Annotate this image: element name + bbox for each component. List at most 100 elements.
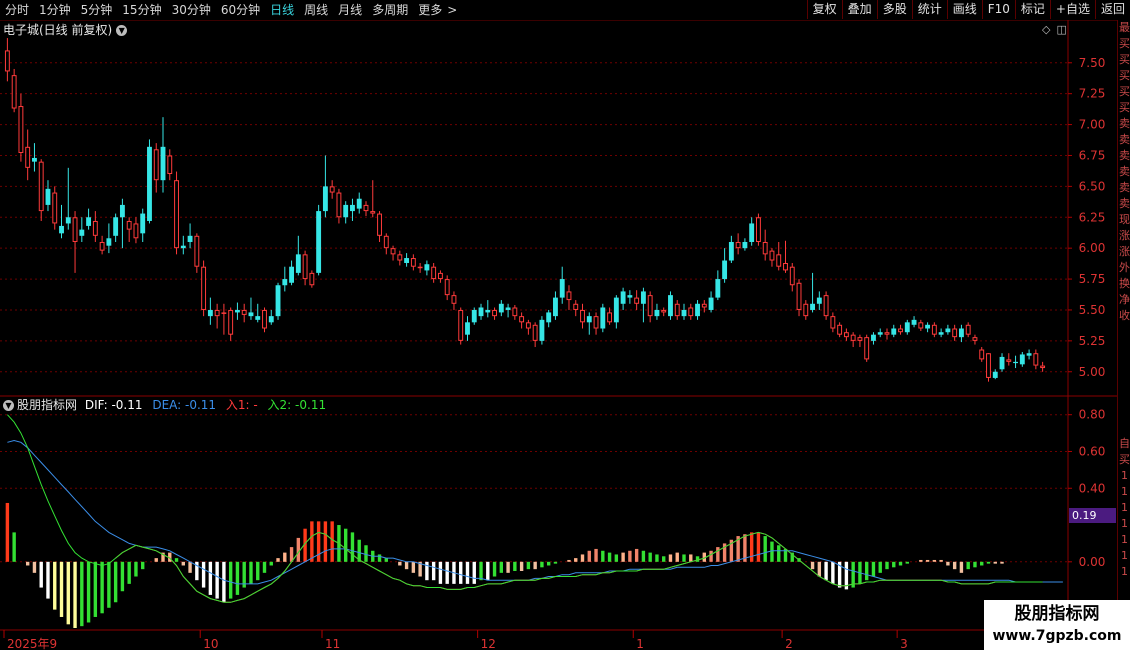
- candle[interactable]: [958, 324, 964, 343]
- candle[interactable]: [221, 303, 227, 335]
- candle[interactable]: [1013, 355, 1018, 369]
- toolbar-button-4[interactable]: 画线: [946, 0, 982, 19]
- candle[interactable]: [207, 297, 213, 325]
- candle[interactable]: [553, 291, 558, 320]
- candle[interactable]: [843, 328, 849, 341]
- candle[interactable]: [749, 217, 755, 246]
- candle[interactable]: [539, 316, 545, 345]
- candle[interactable]: [275, 282, 281, 320]
- candle[interactable]: [492, 307, 497, 320]
- candle[interactable]: [214, 303, 220, 329]
- candle[interactable]: [640, 287, 646, 323]
- candle[interactable]: [532, 322, 538, 348]
- period-tab-2[interactable]: 5分钟: [76, 0, 118, 20]
- candle[interactable]: [262, 307, 267, 333]
- candle[interactable]: [715, 270, 721, 301]
- candle[interactable]: [322, 155, 328, 218]
- candle[interactable]: [424, 260, 430, 276]
- candle[interactable]: [451, 291, 457, 310]
- candle[interactable]: [113, 213, 119, 242]
- toolbar-button-6[interactable]: 标记: [1014, 0, 1050, 19]
- period-tab-5[interactable]: 60分钟: [216, 0, 265, 20]
- candle[interactable]: [816, 291, 822, 310]
- chevron-down-icon[interactable]: ▼: [3, 400, 14, 411]
- period-tab-0[interactable]: 分时: [0, 0, 34, 20]
- candle[interactable]: [559, 266, 565, 304]
- candle[interactable]: [471, 307, 477, 325]
- candle[interactable]: [478, 303, 484, 320]
- candle[interactable]: [850, 332, 856, 348]
- candle[interactable]: [769, 248, 775, 267]
- candle[interactable]: [1033, 349, 1039, 370]
- candle[interactable]: [519, 312, 525, 329]
- candle[interactable]: [329, 180, 335, 199]
- candle[interactable]: [580, 303, 585, 329]
- candle[interactable]: [79, 217, 85, 242]
- candle[interactable]: [25, 129, 31, 181]
- candle[interactable]: [742, 238, 748, 251]
- candle[interactable]: [789, 262, 795, 292]
- period-tab-3[interactable]: 15分钟: [117, 0, 166, 20]
- candle[interactable]: [289, 260, 295, 286]
- candle[interactable]: [1006, 353, 1012, 366]
- candle[interactable]: [830, 312, 836, 333]
- candle[interactable]: [681, 303, 687, 320]
- candle[interactable]: [38, 159, 44, 221]
- toolbar-button-7[interactable]: +自选: [1049, 0, 1095, 19]
- candle[interactable]: [823, 291, 829, 320]
- candle[interactable]: [600, 303, 606, 333]
- candle[interactable]: [498, 300, 504, 317]
- candle[interactable]: [931, 322, 937, 338]
- candle[interactable]: [803, 300, 809, 320]
- candle[interactable]: [735, 233, 741, 255]
- toolbar-button-0[interactable]: 复权: [806, 0, 842, 19]
- candle[interactable]: [525, 319, 531, 335]
- candle[interactable]: [404, 253, 410, 267]
- period-tab-6[interactable]: 日线: [265, 0, 299, 20]
- candle[interactable]: [674, 300, 680, 320]
- candle[interactable]: [925, 322, 931, 333]
- candle[interactable]: [586, 312, 592, 335]
- candle[interactable]: [871, 332, 876, 345]
- candle[interactable]: [18, 93, 24, 162]
- candle[interactable]: [613, 295, 619, 329]
- candle[interactable]: [884, 328, 890, 340]
- candle[interactable]: [904, 319, 910, 335]
- candle[interactable]: [234, 302, 240, 320]
- candle[interactable]: [661, 307, 667, 317]
- candle[interactable]: [268, 309, 274, 325]
- period-tab-4[interactable]: 30分钟: [167, 0, 216, 20]
- candle[interactable]: [4, 38, 10, 82]
- candle[interactable]: [32, 143, 37, 172]
- candle[interactable]: [45, 180, 51, 212]
- candle[interactable]: [180, 235, 186, 255]
- period-tab-1[interactable]: 1分钟: [34, 0, 76, 20]
- candle[interactable]: [688, 303, 694, 320]
- candle[interactable]: [59, 204, 64, 239]
- candle[interactable]: [465, 316, 470, 341]
- candle[interactable]: [417, 262, 423, 273]
- candle[interactable]: [864, 334, 870, 362]
- candle[interactable]: [370, 180, 376, 218]
- candle[interactable]: [634, 290, 640, 310]
- candle[interactable]: [363, 201, 369, 217]
- toolbar-button-5[interactable]: F10: [981, 0, 1015, 19]
- candle[interactable]: [938, 328, 944, 338]
- candle[interactable]: [668, 291, 673, 320]
- candle[interactable]: [147, 139, 152, 224]
- candle[interactable]: [72, 211, 78, 273]
- candle[interactable]: [52, 186, 58, 230]
- toolbar-button-8[interactable]: 返回: [1094, 0, 1130, 19]
- candle[interactable]: [153, 143, 159, 193]
- candle[interactable]: [986, 353, 991, 382]
- toolbar-button-3[interactable]: 统计: [911, 0, 947, 19]
- candle[interactable]: [248, 297, 254, 320]
- period-tab-8[interactable]: 月线: [333, 0, 367, 20]
- candle[interactable]: [410, 254, 416, 271]
- candle[interactable]: [911, 316, 917, 328]
- candle[interactable]: [992, 369, 998, 380]
- candle[interactable]: [776, 241, 782, 271]
- candle[interactable]: [336, 188, 342, 224]
- chevron-right-icon[interactable]: >: [447, 0, 462, 20]
- candle[interactable]: [133, 217, 139, 244]
